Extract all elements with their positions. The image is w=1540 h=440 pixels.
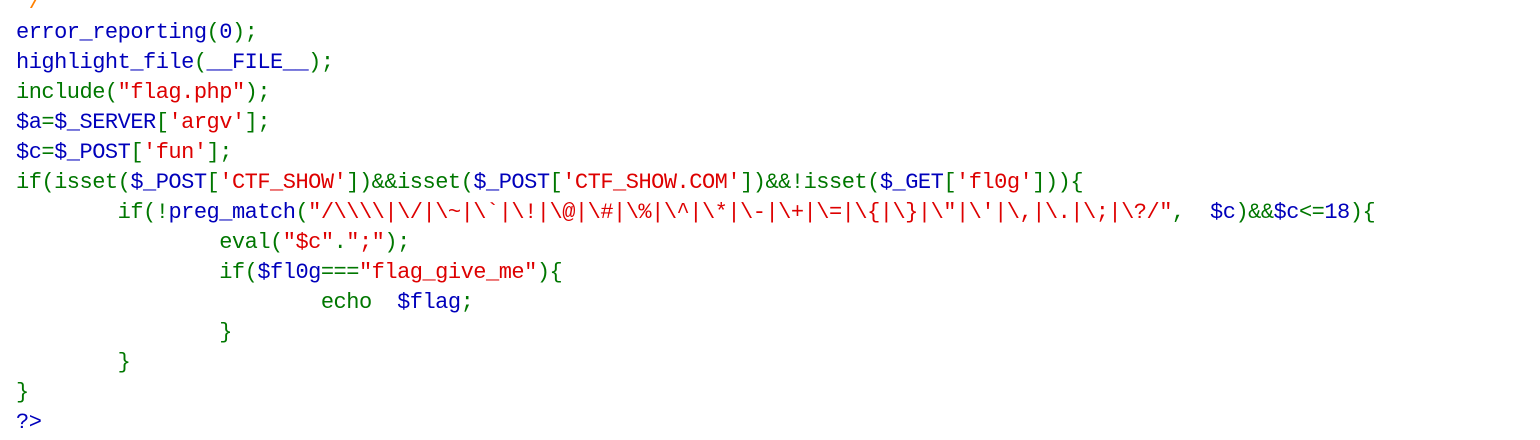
- code-token: $_POST: [54, 140, 131, 165]
- code-token: 'CTF_SHOW': [219, 170, 347, 195]
- code-token: include(: [16, 80, 118, 105]
- code-line-11: echo $flag;: [16, 288, 1375, 318]
- code-token: }: [16, 350, 131, 375]
- code-token: error_reporting: [16, 20, 207, 45]
- code-token: "flag_give_me": [358, 260, 537, 285]
- code-token: "/\\\\|\/|\~|\`|\!|\@|\#|\%|\^|\*|\-|\+|…: [308, 200, 1172, 225]
- code-token: ,: [1171, 200, 1211, 225]
- code-token: ;: [460, 290, 474, 315]
- code-token: [: [549, 170, 563, 195]
- code-token: }: [16, 320, 232, 345]
- code-token: ];: [206, 140, 233, 165]
- code-token: (: [295, 200, 309, 225]
- code-token: <=: [1298, 200, 1325, 225]
- code-token: =: [41, 140, 55, 165]
- code-token: eval(: [16, 230, 283, 255]
- code-line-12: }: [16, 318, 1375, 348]
- code-line-2: error_reporting(0);: [16, 18, 1375, 48]
- code-token: 'fl0g': [956, 170, 1033, 195]
- code-token: ";": [346, 230, 385, 255]
- code-token: $c: [1210, 200, 1236, 225]
- code-line-10: if($fl0g==="flag_give_me"){: [16, 258, 1375, 288]
- code-token: "$c": [282, 230, 334, 255]
- code-line-3: highlight_file(__FILE__);: [16, 48, 1375, 78]
- code-token: highlight_file: [16, 50, 194, 75]
- code-token: if(isset(: [16, 170, 131, 195]
- code-token: );: [308, 50, 334, 75]
- code-token: ];: [244, 110, 271, 135]
- code-line-4: include("flag.php");: [16, 78, 1375, 108]
- code-token: $c: [16, 140, 42, 165]
- code-token: 'fun': [143, 140, 207, 165]
- code-token: $a: [16, 110, 42, 135]
- code-line-14: }: [16, 378, 1375, 408]
- code-line-15: ?>: [16, 408, 1375, 438]
- code-token: [: [943, 170, 957, 195]
- code-token: $_SERVER: [54, 110, 156, 135]
- code-line-5: $a=$_SERVER['argv'];: [16, 108, 1375, 138]
- code-token: [: [206, 170, 220, 195]
- code-token: ){: [1349, 200, 1376, 225]
- code-token: echo: [16, 290, 398, 315]
- code-token: (: [193, 50, 207, 75]
- code-token: if(: [16, 260, 258, 285]
- code-token: );: [231, 20, 258, 45]
- code-token: (: [206, 20, 220, 45]
- code-token: 18: [1324, 200, 1350, 225]
- code-token: $_GET: [879, 170, 944, 195]
- code-token: "flag.php": [117, 80, 246, 105]
- code-token: }: [16, 380, 29, 405]
- code-token: $fl0g: [257, 260, 321, 285]
- code-line-8: if(!preg_match("/\\\\|\/|\~|\`|\!|\@|\#|…: [16, 198, 1376, 228]
- code-token: 0: [219, 20, 232, 45]
- code-token: preg_match: [168, 200, 296, 225]
- code-token: ===: [320, 260, 360, 285]
- code-token: if(!: [16, 200, 169, 225]
- code-token: ?>: [16, 410, 42, 435]
- code-token: $flag: [397, 290, 461, 315]
- code-token: ])&&!isset(: [740, 170, 880, 195]
- code-token: $_POST: [473, 170, 550, 195]
- code-token: [: [130, 140, 144, 165]
- code-token: */: [16, 0, 42, 15]
- code-line-7: if(isset($_POST['CTF_SHOW'])&&isset($_PO…: [16, 168, 1375, 198]
- code-token: )&&: [1235, 200, 1274, 225]
- code-line-1: */: [16, 0, 1375, 18]
- code-token: __FILE__: [206, 50, 309, 75]
- code-line-9: eval("$c".";");: [16, 228, 1375, 258]
- code-token: =: [41, 110, 55, 135]
- code-token: .: [333, 230, 347, 255]
- code-token: 'CTF_SHOW.COM': [562, 170, 741, 195]
- code-token: $_POST: [130, 170, 207, 195]
- code-token: );: [244, 80, 271, 105]
- code-line-13: }: [16, 348, 1375, 378]
- code-line-6: $c=$_POST['fun'];: [16, 138, 1375, 168]
- code-token: [: [155, 110, 169, 135]
- code-token: );: [384, 230, 410, 255]
- code-token: ])){: [1032, 170, 1084, 195]
- code-token: ){: [536, 260, 563, 285]
- code-token: ])&&isset(: [346, 170, 474, 195]
- code-token: 'argv': [168, 110, 245, 135]
- code-token: $c: [1273, 200, 1300, 225]
- highlighted-source-code: */error_reporting(0); highlight_file(__FI…: [16, 0, 1376, 438]
